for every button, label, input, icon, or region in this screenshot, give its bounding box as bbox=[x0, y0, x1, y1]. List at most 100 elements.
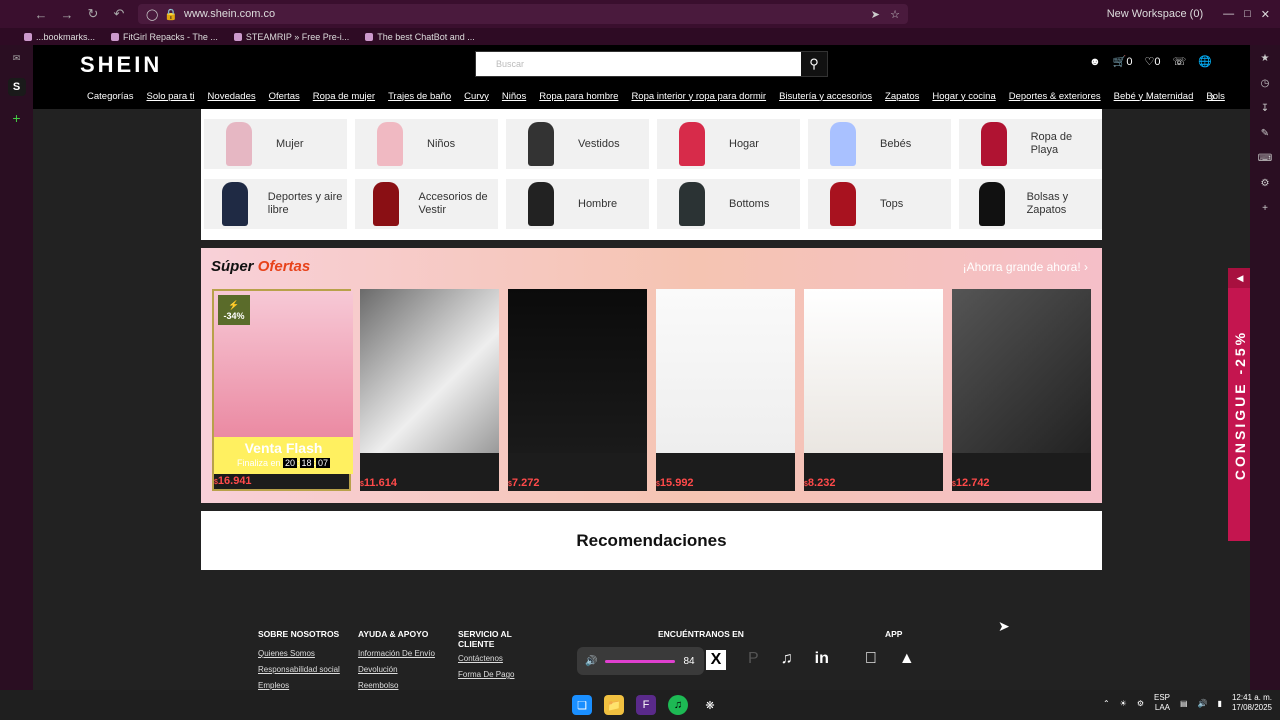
bookmark-star-icon[interactable]: ☆ bbox=[890, 8, 900, 21]
category-tile[interactable]: Niños bbox=[355, 119, 498, 169]
product-card[interactable]: $15.992 bbox=[656, 289, 795, 491]
linkedin-icon[interactable]: in bbox=[815, 650, 829, 670]
category-tile[interactable]: Ropa de Playa bbox=[959, 119, 1102, 169]
product-card[interactable]: $8.232 bbox=[804, 289, 943, 491]
category-tile[interactable]: Bottoms bbox=[657, 179, 800, 229]
wishlist-icon[interactable]: ♡0 bbox=[1145, 55, 1161, 68]
start-icon[interactable]: ❏ bbox=[572, 695, 592, 715]
category-tile[interactable]: Vestidos bbox=[506, 119, 649, 169]
footer-link[interactable]: Quienes Somos bbox=[258, 649, 340, 658]
clock[interactable]: 12:41 a. m. 17/08/2025 bbox=[1232, 693, 1272, 713]
footer-link[interactable]: Reembolso bbox=[358, 681, 435, 690]
category-tile[interactable]: Accesorios de Vestir bbox=[355, 179, 498, 229]
ahorra-link[interactable]: ¡Ahorra grande ahora! › bbox=[963, 260, 1088, 274]
add-panel-icon[interactable]: + bbox=[1262, 203, 1268, 214]
minimize-icon[interactable]: — bbox=[1223, 8, 1234, 20]
consigue-discount-tab[interactable]: CONSIGUE -25% bbox=[1228, 268, 1250, 541]
support-icon[interactable]: ☏ bbox=[1173, 55, 1187, 68]
product-card[interactable]: $11.614 bbox=[360, 289, 499, 491]
category-tile[interactable]: Bolsas y Zapatos bbox=[959, 179, 1102, 229]
browser-app-icon[interactable]: F bbox=[636, 695, 656, 715]
close-icon[interactable]: ✕ bbox=[1261, 8, 1270, 21]
pinterest-icon[interactable]: P bbox=[748, 650, 759, 670]
bookmark-item[interactable]: FitGirl Repacks - The ... bbox=[111, 32, 218, 42]
footer-link[interactable]: Responsabilidad social bbox=[258, 665, 340, 674]
globe-icon[interactable]: 🌐 bbox=[1198, 55, 1212, 68]
category-tile[interactable]: Bebés bbox=[808, 119, 951, 169]
category-tile[interactable]: Hombre bbox=[506, 179, 649, 229]
bookmark-item[interactable]: STEAMRIP » Free Pre-i... bbox=[233, 32, 349, 42]
footer-link[interactable]: Empleos bbox=[258, 681, 340, 690]
chatgpt-icon[interactable]: ❋ bbox=[700, 695, 720, 715]
nav-link[interactable]: Bebé y Maternidad bbox=[1114, 91, 1194, 102]
nav-next-icon[interactable]: › bbox=[1210, 88, 1215, 104]
nav-link[interactable]: Ropa interior y ropa para dormir bbox=[631, 91, 766, 102]
collapse-icon[interactable]: ◀ bbox=[1228, 268, 1250, 288]
volume-overlay[interactable]: 🔊 84 bbox=[577, 647, 704, 675]
search-input[interactable]: Buscar bbox=[476, 59, 524, 69]
product-card[interactable]: $7.272 bbox=[508, 289, 647, 491]
shein-tab-icon[interactable]: S bbox=[7, 78, 26, 96]
nav-link[interactable]: Trajes de baño bbox=[388, 91, 451, 102]
file-explorer-icon[interactable]: 📁 bbox=[604, 695, 624, 715]
cart-icon[interactable]: 🛒0 bbox=[1113, 55, 1133, 68]
network-icon[interactable]: ▤ bbox=[1180, 699, 1188, 708]
category-tile[interactable]: Hogar bbox=[657, 119, 800, 169]
reload-icon[interactable]: ↻ bbox=[82, 3, 104, 25]
shein-logo[interactable]: SHEIN bbox=[80, 52, 162, 78]
nav-link[interactable]: Ropa de mujer bbox=[313, 91, 375, 102]
history-icon[interactable]: ◷ bbox=[1261, 78, 1270, 89]
categorias-dropdown[interactable]: Categorías bbox=[87, 91, 133, 102]
nav-link[interactable]: Ropa para hombre bbox=[539, 91, 618, 102]
forward-icon[interactable]: → bbox=[56, 3, 78, 25]
pin-icon[interactable]: ★ bbox=[1261, 53, 1270, 64]
search-icon[interactable]: ⚲ bbox=[801, 52, 827, 76]
workspace-label[interactable]: New Workspace (0) bbox=[1107, 8, 1203, 20]
bookmark-item[interactable]: ...bookmarks... bbox=[24, 32, 95, 42]
undo-icon[interactable]: ↶ bbox=[108, 3, 130, 25]
translate-icon[interactable]: ⌨ bbox=[1258, 153, 1272, 164]
back-icon[interactable]: ← bbox=[30, 3, 52, 25]
android-icon[interactable]: ▲ bbox=[899, 650, 915, 670]
pen-icon[interactable]: ✎ bbox=[1261, 128, 1269, 139]
settings-icon[interactable]: ⚙ bbox=[1261, 178, 1270, 189]
user-icon[interactable]: ☻ bbox=[1089, 56, 1101, 68]
nav-link[interactable]: Curvy bbox=[464, 91, 489, 102]
nav-link[interactable]: Bols bbox=[1206, 91, 1224, 102]
volume-icon[interactable]: 🔊 bbox=[1198, 699, 1208, 708]
category-tile[interactable]: Mujer bbox=[204, 119, 347, 169]
nav-link[interactable]: Hogar y cocina bbox=[932, 91, 995, 102]
category-tile[interactable]: Tops bbox=[808, 179, 951, 229]
nav-link[interactable]: Niños bbox=[502, 91, 526, 102]
product-card[interactable]: ⚡ -34% Venta Flash Finaliza en 20:18:07 $16.… bbox=[212, 289, 353, 491]
category-tile[interactable]: Deportes y aire libre bbox=[204, 179, 347, 229]
mail-icon[interactable]: ✉ bbox=[13, 53, 21, 64]
footer-link[interactable]: Contáctenos bbox=[458, 654, 528, 663]
battery-icon[interactable]: ▮ bbox=[1218, 699, 1222, 708]
x-icon[interactable]: X bbox=[706, 650, 726, 670]
send-icon[interactable]: ➤ bbox=[871, 8, 880, 21]
footer-link[interactable]: Devolución bbox=[358, 665, 435, 674]
spotify-icon[interactable]: ♫ bbox=[668, 695, 688, 715]
footer-link[interactable]: Forma De Pago bbox=[458, 670, 528, 679]
download-icon[interactable]: ↧ bbox=[1261, 103, 1269, 114]
nav-link[interactable]: Deportes & exteriores bbox=[1009, 91, 1101, 102]
add-tab-icon[interactable]: + bbox=[12, 110, 20, 126]
nav-link[interactable]: Zapatos bbox=[885, 91, 919, 102]
tray-app-icon[interactable]: ☀ bbox=[1120, 699, 1127, 708]
language-indicator[interactable]: ESP LAA bbox=[1154, 693, 1170, 713]
tiktok-icon[interactable]: ♫ bbox=[781, 650, 793, 670]
bookmark-item[interactable]: The best ChatBot and ... bbox=[365, 32, 475, 42]
chevron-up-icon[interactable]: ⌃ bbox=[1103, 699, 1110, 708]
nav-link[interactable]: Bisutería y accesorios bbox=[779, 91, 872, 102]
search-bar[interactable]: Buscar ⚲ bbox=[475, 51, 828, 77]
footer-link[interactable]: Información De Envío bbox=[358, 649, 435, 658]
maximize-icon[interactable]: □ bbox=[1244, 8, 1251, 20]
product-card[interactable]: $12.742 bbox=[952, 289, 1091, 491]
steam-icon[interactable]: ⚙ bbox=[1137, 699, 1144, 708]
nav-link[interactable]: Solo para ti bbox=[146, 91, 194, 102]
volume-slider[interactable] bbox=[605, 659, 676, 663]
apple-icon[interactable]:  bbox=[865, 650, 877, 670]
nav-link[interactable]: Ofertas bbox=[269, 91, 300, 102]
url-bar[interactable]: ◯ 🔒 www.shein.com.co ☆ ➤ bbox=[138, 4, 908, 24]
